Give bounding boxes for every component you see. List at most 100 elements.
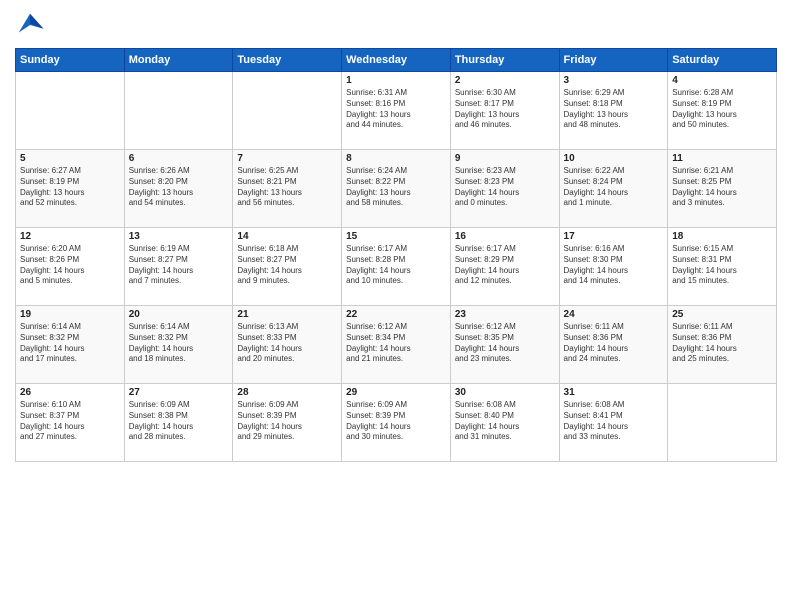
day-number: 25 xyxy=(672,309,772,320)
calendar-cell: 12 Sunrise: 6:20 AM Sunset: 8:26 PM Dayli… xyxy=(16,228,125,306)
calendar-cell: 23 Sunrise: 6:12 AM Sunset: 8:35 PM Dayli… xyxy=(450,306,559,384)
calendar-cell: 18 Sunrise: 6:15 AM Sunset: 8:31 PM Dayli… xyxy=(668,228,777,306)
day-number: 8 xyxy=(346,153,446,164)
weekday-header-friday: Friday xyxy=(559,49,668,72)
calendar-cell: 2Sunrise: 6:30 AM Sunset: 8:17 PM Daylig… xyxy=(450,72,559,150)
day-number: 12 xyxy=(20,231,120,242)
logo-icon xyxy=(15,10,45,40)
calendar-cell xyxy=(16,72,125,150)
day-info: Sunrise: 6:31 AM Sunset: 8:16 PM Dayligh… xyxy=(346,88,446,131)
day-info: Sunrise: 6:14 AM Sunset: 8:32 PM Dayligh… xyxy=(129,322,229,365)
logo xyxy=(15,10,49,40)
day-number: 31 xyxy=(564,387,664,398)
calendar-cell: 21Sunrise: 6:13 AM Sunset: 8:33 PM Dayli… xyxy=(233,306,342,384)
day-info: Sunrise: 6:09 AM Sunset: 8:39 PM Dayligh… xyxy=(346,400,446,443)
calendar-cell: 19 Sunrise: 6:14 AM Sunset: 8:32 PM Dayli… xyxy=(16,306,125,384)
weekday-header-row: SundayMondayTuesdayWednesdayThursdayFrid… xyxy=(16,49,777,72)
calendar-cell: 30Sunrise: 6:08 AM Sunset: 8:40 PM Dayli… xyxy=(450,384,559,462)
calendar-cell: 14 Sunrise: 6:18 AM Sunset: 8:27 PM Dayli… xyxy=(233,228,342,306)
day-info: Sunrise: 6:12 AM Sunset: 8:34 PM Dayligh… xyxy=(346,322,446,365)
day-info: Sunrise: 6:17 AM Sunset: 8:29 PM Dayligh… xyxy=(455,244,555,287)
calendar-cell: 17Sunrise: 6:16 AM Sunset: 8:30 PM Dayli… xyxy=(559,228,668,306)
day-number: 24 xyxy=(564,309,664,320)
day-info: Sunrise: 6:11 AM Sunset: 8:36 PM Dayligh… xyxy=(672,322,772,365)
calendar-cell xyxy=(668,384,777,462)
day-number: 27 xyxy=(129,387,229,398)
day-number: 10 xyxy=(564,153,664,164)
day-number: 9 xyxy=(455,153,555,164)
calendar-cell: 24 Sunrise: 6:11 AM Sunset: 8:36 PM Dayli… xyxy=(559,306,668,384)
weekday-header-thursday: Thursday xyxy=(450,49,559,72)
calendar-week-row: 1Sunrise: 6:31 AM Sunset: 8:16 PM Daylig… xyxy=(16,72,777,150)
day-info: Sunrise: 6:08 AM Sunset: 8:40 PM Dayligh… xyxy=(455,400,555,443)
day-number: 23 xyxy=(455,309,555,320)
calendar-cell: 9 Sunrise: 6:23 AM Sunset: 8:23 PM Daylig… xyxy=(450,150,559,228)
day-number: 3 xyxy=(564,75,664,86)
day-info: Sunrise: 6:15 AM Sunset: 8:31 PM Dayligh… xyxy=(672,244,772,287)
day-info: Sunrise: 6:23 AM Sunset: 8:23 PM Dayligh… xyxy=(455,166,555,209)
weekday-header-monday: Monday xyxy=(124,49,233,72)
day-number: 22 xyxy=(346,309,446,320)
day-number: 19 xyxy=(20,309,120,320)
calendar-cell: 25 Sunrise: 6:11 AM Sunset: 8:36 PM Dayli… xyxy=(668,306,777,384)
day-number: 26 xyxy=(20,387,120,398)
day-info: Sunrise: 6:09 AM Sunset: 8:38 PM Dayligh… xyxy=(129,400,229,443)
calendar-week-row: 12 Sunrise: 6:20 AM Sunset: 8:26 PM Dayli… xyxy=(16,228,777,306)
calendar-table: SundayMondayTuesdayWednesdayThursdayFrid… xyxy=(15,48,777,462)
day-info: Sunrise: 6:25 AM Sunset: 8:21 PM Dayligh… xyxy=(237,166,337,209)
day-number: 14 xyxy=(237,231,337,242)
day-number: 18 xyxy=(672,231,772,242)
calendar-cell: 27 Sunrise: 6:09 AM Sunset: 8:38 PM Dayli… xyxy=(124,384,233,462)
calendar-cell: 29 Sunrise: 6:09 AM Sunset: 8:39 PM Dayli… xyxy=(342,384,451,462)
day-info: Sunrise: 6:09 AM Sunset: 8:39 PM Dayligh… xyxy=(237,400,337,443)
day-info: Sunrise: 6:22 AM Sunset: 8:24 PM Dayligh… xyxy=(564,166,664,209)
calendar-cell: 26 Sunrise: 6:10 AM Sunset: 8:37 PM Dayli… xyxy=(16,384,125,462)
day-info: Sunrise: 6:30 AM Sunset: 8:17 PM Dayligh… xyxy=(455,88,555,131)
calendar-cell: 7 Sunrise: 6:25 AM Sunset: 8:21 PM Daylig… xyxy=(233,150,342,228)
calendar-week-row: 5Sunrise: 6:27 AM Sunset: 8:19 PM Daylig… xyxy=(16,150,777,228)
day-info: Sunrise: 6:27 AM Sunset: 8:19 PM Dayligh… xyxy=(20,166,120,209)
day-info: Sunrise: 6:18 AM Sunset: 8:27 PM Dayligh… xyxy=(237,244,337,287)
calendar-cell: 4Sunrise: 6:28 AM Sunset: 8:19 PM Daylig… xyxy=(668,72,777,150)
day-info: Sunrise: 6:19 AM Sunset: 8:27 PM Dayligh… xyxy=(129,244,229,287)
page: SundayMondayTuesdayWednesdayThursdayFrid… xyxy=(0,0,792,612)
day-info: Sunrise: 6:10 AM Sunset: 8:37 PM Dayligh… xyxy=(20,400,120,443)
day-info: Sunrise: 6:21 AM Sunset: 8:25 PM Dayligh… xyxy=(672,166,772,209)
day-number: 7 xyxy=(237,153,337,164)
day-number: 28 xyxy=(237,387,337,398)
calendar-cell: 31 Sunrise: 6:08 AM Sunset: 8:41 PM Dayli… xyxy=(559,384,668,462)
day-number: 29 xyxy=(346,387,446,398)
day-info: Sunrise: 6:08 AM Sunset: 8:41 PM Dayligh… xyxy=(564,400,664,443)
day-info: Sunrise: 6:29 AM Sunset: 8:18 PM Dayligh… xyxy=(564,88,664,131)
calendar-cell: 11Sunrise: 6:21 AM Sunset: 8:25 PM Dayli… xyxy=(668,150,777,228)
day-number: 20 xyxy=(129,309,229,320)
day-info: Sunrise: 6:13 AM Sunset: 8:33 PM Dayligh… xyxy=(237,322,337,365)
day-info: Sunrise: 6:14 AM Sunset: 8:32 PM Dayligh… xyxy=(20,322,120,365)
calendar-cell: 13 Sunrise: 6:19 AM Sunset: 8:27 PM Dayli… xyxy=(124,228,233,306)
day-info: Sunrise: 6:11 AM Sunset: 8:36 PM Dayligh… xyxy=(564,322,664,365)
day-info: Sunrise: 6:17 AM Sunset: 8:28 PM Dayligh… xyxy=(346,244,446,287)
calendar-cell xyxy=(124,72,233,150)
header xyxy=(15,10,777,40)
calendar-cell: 10 Sunrise: 6:22 AM Sunset: 8:24 PM Dayli… xyxy=(559,150,668,228)
calendar-cell: 22 Sunrise: 6:12 AM Sunset: 8:34 PM Dayli… xyxy=(342,306,451,384)
day-info: Sunrise: 6:26 AM Sunset: 8:20 PM Dayligh… xyxy=(129,166,229,209)
calendar-cell: 28 Sunrise: 6:09 AM Sunset: 8:39 PM Dayli… xyxy=(233,384,342,462)
calendar-cell: 6Sunrise: 6:26 AM Sunset: 8:20 PM Daylig… xyxy=(124,150,233,228)
day-info: Sunrise: 6:28 AM Sunset: 8:19 PM Dayligh… xyxy=(672,88,772,131)
calendar-cell: 5Sunrise: 6:27 AM Sunset: 8:19 PM Daylig… xyxy=(16,150,125,228)
calendar-cell: 1Sunrise: 6:31 AM Sunset: 8:16 PM Daylig… xyxy=(342,72,451,150)
weekday-header-sunday: Sunday xyxy=(16,49,125,72)
calendar-cell: 15 Sunrise: 6:17 AM Sunset: 8:28 PM Dayli… xyxy=(342,228,451,306)
weekday-header-wednesday: Wednesday xyxy=(342,49,451,72)
calendar-cell: 3 Sunrise: 6:29 AM Sunset: 8:18 PM Daylig… xyxy=(559,72,668,150)
day-number: 17 xyxy=(564,231,664,242)
calendar-cell: 20 Sunrise: 6:14 AM Sunset: 8:32 PM Dayli… xyxy=(124,306,233,384)
calendar-week-row: 26 Sunrise: 6:10 AM Sunset: 8:37 PM Dayli… xyxy=(16,384,777,462)
day-number: 15 xyxy=(346,231,446,242)
day-number: 13 xyxy=(129,231,229,242)
day-info: Sunrise: 6:20 AM Sunset: 8:26 PM Dayligh… xyxy=(20,244,120,287)
calendar-cell: 8Sunrise: 6:24 AM Sunset: 8:22 PM Daylig… xyxy=(342,150,451,228)
day-info: Sunrise: 6:12 AM Sunset: 8:35 PM Dayligh… xyxy=(455,322,555,365)
calendar-cell xyxy=(233,72,342,150)
